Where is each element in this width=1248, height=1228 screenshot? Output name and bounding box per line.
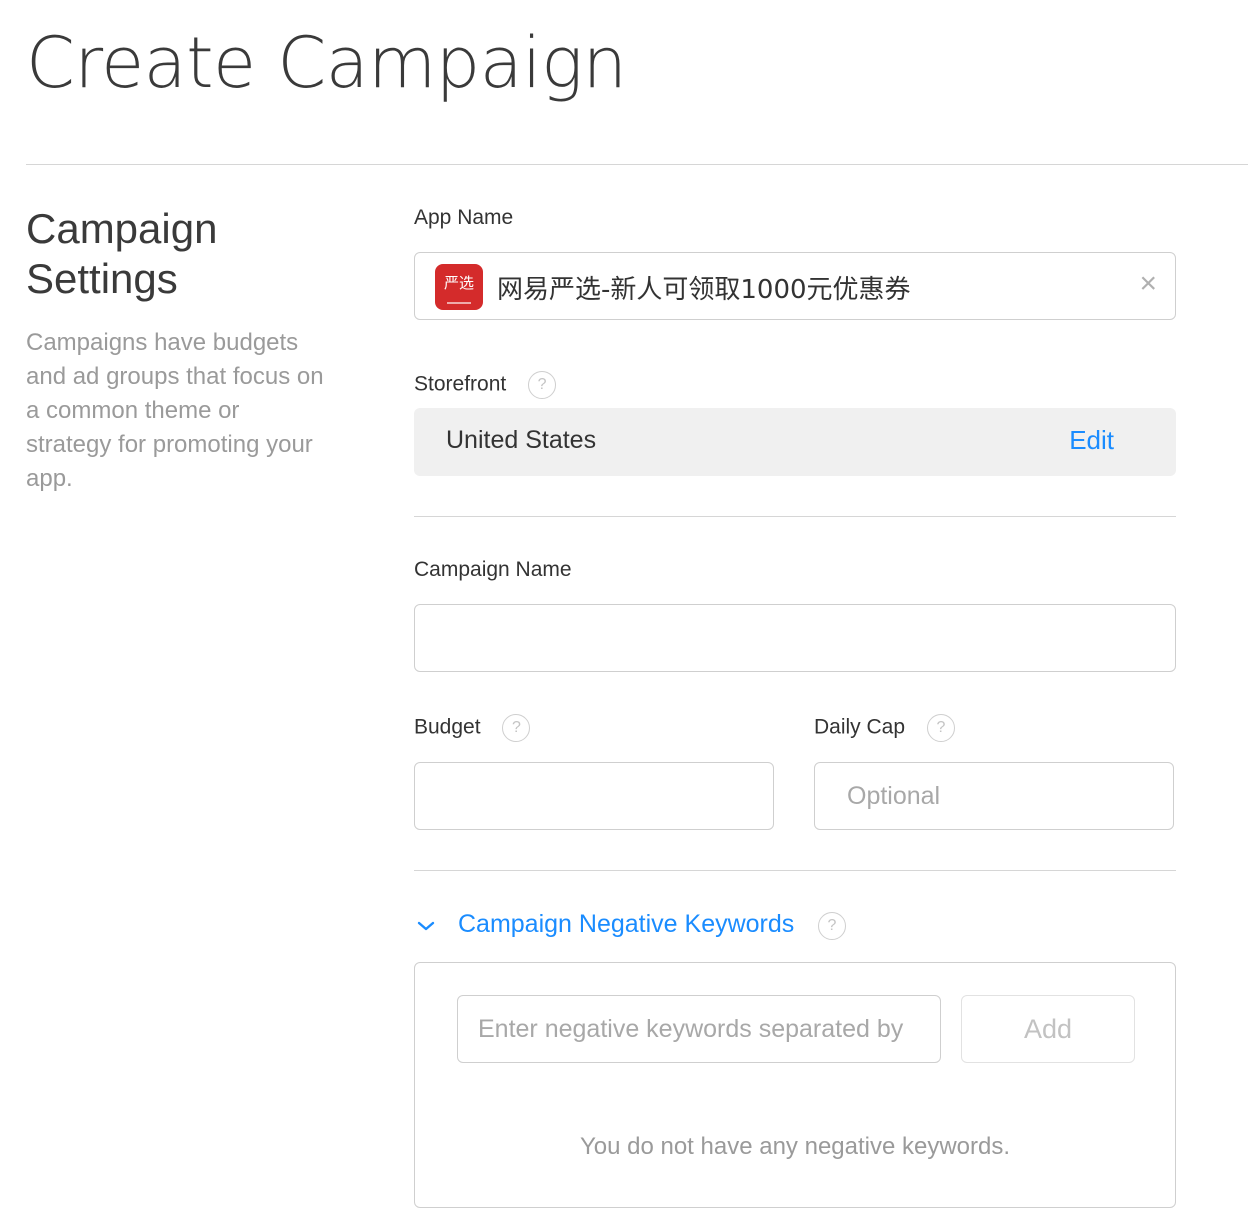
storefront-value: United States bbox=[446, 426, 597, 454]
budget-label: Budget bbox=[414, 715, 481, 739]
negative-keywords-input[interactable] bbox=[458, 996, 940, 1062]
budget-field-wrapper bbox=[414, 762, 774, 830]
daily-cap-label: Daily Cap bbox=[814, 715, 906, 739]
app-name-field[interactable]: 严选 网易严选-新人可领取1000元优惠券 × bbox=[414, 252, 1176, 320]
budget-label-row: Budget ? bbox=[414, 714, 531, 742]
negative-keywords-title: Campaign Negative Keywords bbox=[458, 910, 795, 938]
storefront-label: Storefront bbox=[414, 372, 507, 396]
campaign-name-input[interactable] bbox=[415, 605, 1175, 671]
chevron-down-icon bbox=[417, 921, 435, 931]
storefront-edit-link[interactable]: Edit bbox=[1069, 425, 1114, 456]
negative-keywords-help-icon[interactable]: ? bbox=[818, 912, 846, 940]
section-description: Campaigns have budgets and ad groups tha… bbox=[26, 329, 324, 492]
page-title: Create Campaign bbox=[26, 22, 627, 104]
negative-keywords-panel: Add You do not have any negative keyword… bbox=[414, 962, 1176, 1208]
app-icon: 严选 bbox=[435, 264, 483, 310]
section-divider bbox=[414, 516, 1176, 517]
storefront-label-row: Storefront ? bbox=[414, 371, 557, 399]
budget-help-icon[interactable]: ? bbox=[502, 714, 531, 742]
campaign-name-field-wrapper bbox=[414, 604, 1176, 672]
budget-input[interactable] bbox=[415, 763, 773, 829]
section-divider-2 bbox=[414, 870, 1176, 871]
clear-icon[interactable]: × bbox=[1139, 267, 1157, 301]
app-name-value: 网易严选-新人可领取1000元优惠券 bbox=[497, 275, 911, 305]
empty-state-message: You do not have any negative keywords. bbox=[579, 1133, 1011, 1160]
add-keyword-button[interactable]: Add bbox=[961, 995, 1135, 1063]
campaign-name-label: Campaign Name bbox=[414, 558, 572, 581]
daily-cap-field-wrapper bbox=[814, 762, 1174, 830]
header-divider bbox=[26, 164, 1248, 165]
storefront-box: United States Edit bbox=[414, 408, 1176, 476]
app-icon-text: 严选 bbox=[443, 275, 474, 292]
daily-cap-help-icon[interactable]: ? bbox=[926, 714, 955, 742]
daily-cap-label-row: Daily Cap ? bbox=[814, 714, 955, 742]
app-icon-underline bbox=[447, 302, 471, 304]
section-title: Campaign Settings bbox=[26, 204, 346, 304]
section-title-line2: Settings bbox=[26, 255, 178, 302]
daily-cap-input[interactable] bbox=[815, 763, 1173, 829]
section-title-line1: Campaign bbox=[26, 205, 218, 252]
app-name-label: App Name bbox=[414, 206, 514, 229]
storefront-help-icon[interactable]: ? bbox=[528, 371, 557, 399]
negative-keywords-input-wrapper bbox=[457, 995, 941, 1063]
